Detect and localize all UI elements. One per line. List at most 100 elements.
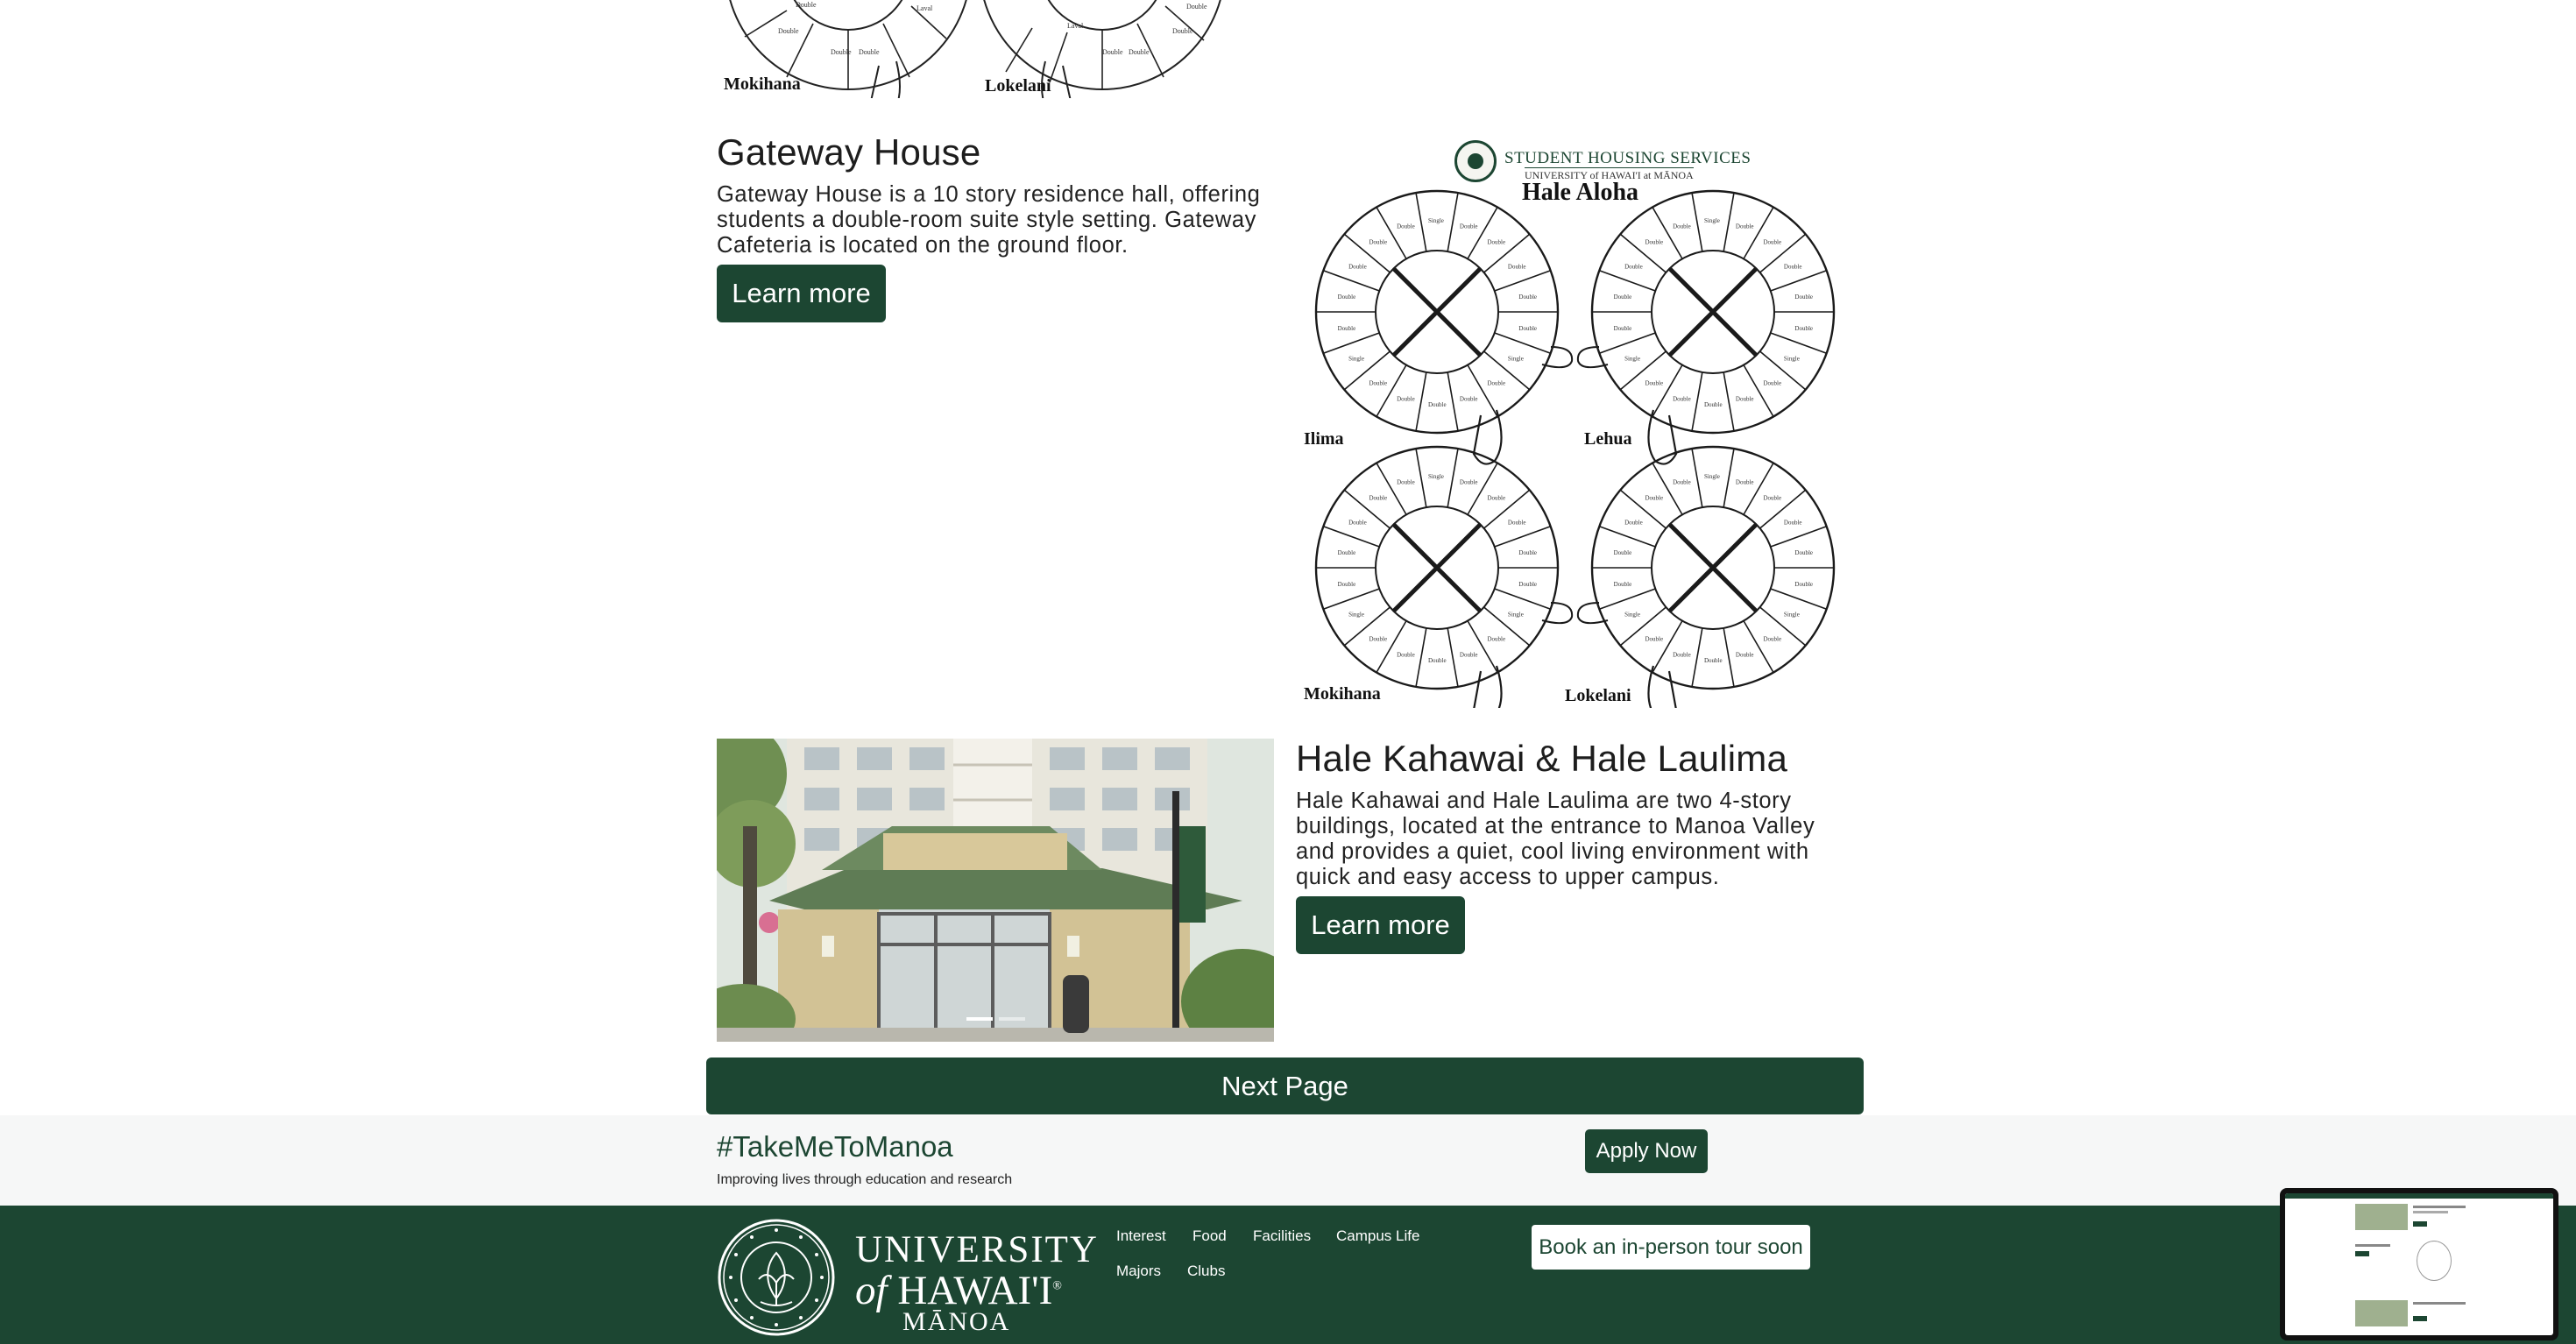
minimap-button [2413, 1316, 2427, 1321]
minimap-viewport [2285, 1193, 2553, 1335]
svg-text:Double: Double [1460, 396, 1478, 403]
gateway-title: Gateway House [717, 131, 981, 173]
svg-text:Double: Double [1518, 581, 1537, 588]
svg-text:Double: Double [859, 48, 880, 56]
svg-text:Double: Double [1338, 294, 1356, 301]
svg-text:Double: Double [1428, 657, 1447, 664]
svg-text:Double: Double [1736, 223, 1754, 230]
footer-link-interest[interactable]: Interest [1116, 1227, 1166, 1245]
svg-text:Single: Single [1348, 612, 1364, 619]
footer-link-food[interactable]: Food [1192, 1227, 1227, 1245]
kahawai-description: Hale Kahawai and Hale Laulima are two 4-… [1296, 789, 1815, 889]
tagline: Improving lives through education and re… [717, 1172, 1013, 1187]
svg-text:Double: Double [1397, 652, 1415, 659]
tower-label-lokelani: Lokelani [1565, 686, 1631, 705]
minimap-button [2355, 1251, 2369, 1256]
svg-text:Single: Single [1624, 356, 1640, 363]
kahawai-title: Hale Kahawai & Hale Laulima [1296, 738, 1788, 779]
svg-text:Double: Double [831, 48, 852, 56]
svg-text:Double: Double [1736, 652, 1754, 659]
svg-text:Double: Double [1645, 635, 1664, 642]
cta-band [0, 1115, 2576, 1206]
tower-plan-lehua: Double Single Double Double Double Double Doub… [1576, 189, 1836, 465]
svg-text:Double: Double [1794, 294, 1813, 301]
svg-text:Single: Single [1624, 612, 1640, 619]
kahawai-learn-more-button[interactable]: Learn more [1296, 896, 1465, 954]
svg-text:Double: Double [796, 1, 817, 9]
minimap-text [2413, 1211, 2448, 1213]
footer-link-facilities[interactable]: Facilities [1253, 1227, 1311, 1245]
svg-text:Double: Double [1369, 239, 1388, 246]
svg-text:Single: Single [1704, 473, 1720, 480]
gateway-learn-more-button[interactable]: Learn more [717, 265, 886, 322]
wordmark-manoa: MĀNOA [902, 1307, 1011, 1336]
svg-text:Double: Double [1673, 223, 1691, 230]
svg-text:Double: Double [1460, 478, 1478, 485]
footer-link-campus-life[interactable]: Campus Life [1336, 1227, 1419, 1245]
svg-text:Double: Double [1614, 581, 1632, 588]
svg-text:Double: Double [1487, 239, 1505, 246]
svg-text:Double: Double [1794, 549, 1813, 556]
svg-text:Double: Double [1338, 581, 1356, 588]
svg-text:Double: Double [1338, 549, 1356, 556]
tower-plan-lokelani: Double Single Double Double Double Double Doub… [1576, 445, 1836, 708]
hashtag-heading: #TakeMeToManoa [717, 1130, 953, 1163]
svg-text:Double: Double [1186, 3, 1207, 11]
svg-text:Double: Double [1460, 652, 1478, 659]
minimap-header-bar [2285, 1193, 2553, 1199]
footer-link-majors[interactable]: Majors [1116, 1263, 1161, 1280]
svg-text:Double: Double [1763, 495, 1781, 502]
svg-text:Double: Double [1784, 264, 1802, 271]
apply-now-button[interactable]: Apply Now [1585, 1129, 1708, 1173]
svg-text:Single: Single [1428, 473, 1444, 480]
svg-text:Single: Single [1428, 217, 1444, 224]
svg-text:Double: Double [778, 27, 799, 35]
svg-text:Laval: Laval [916, 4, 933, 12]
svg-text:Single: Single [1348, 356, 1364, 363]
svg-text:Double: Double [1397, 396, 1415, 403]
svg-text:Double: Double [1704, 657, 1723, 664]
svg-text:Double: Double [1673, 652, 1691, 659]
svg-text:Double: Double [1397, 223, 1415, 230]
svg-text:Double: Double [1487, 495, 1505, 502]
svg-text:Double: Double [1763, 379, 1781, 386]
footer-link-clubs[interactable]: Clubs [1187, 1263, 1225, 1280]
svg-text:Double: Double [1624, 520, 1643, 527]
svg-text:Double: Double [1763, 239, 1781, 246]
svg-text:Double: Double [1645, 495, 1664, 502]
svg-text:Double: Double [1369, 635, 1388, 642]
tower-label-lehua: Lehua [1584, 429, 1632, 449]
page-minimap[interactable] [2280, 1188, 2558, 1340]
minimap-text [2413, 1206, 2466, 1208]
tower-label-mokihana: Mokihana [1304, 684, 1381, 704]
svg-text:Double: Double [1518, 549, 1537, 556]
minimap-button [2413, 1221, 2427, 1227]
next-page-button[interactable]: Next Page [706, 1058, 1864, 1114]
svg-text:Double: Double [1518, 294, 1537, 301]
svg-text:Double: Double [1736, 478, 1754, 485]
minimap-photo-2 [2355, 1300, 2408, 1326]
svg-text:Single: Single [1508, 356, 1524, 363]
wordmark-of: of [855, 1268, 888, 1313]
svg-text:Double: Double [1369, 379, 1388, 386]
svg-text:Double: Double [1338, 325, 1356, 332]
minimap-photo-1 [2355, 1204, 2408, 1230]
svg-text:Double: Double [1348, 264, 1367, 271]
svg-text:Double: Double [1736, 396, 1754, 403]
svg-text:Double: Double [1794, 581, 1813, 588]
svg-text:Double: Double [1487, 635, 1505, 642]
uh-seal-logo-icon[interactable] [717, 1218, 836, 1337]
book-tour-button[interactable]: Book an in-person tour soon [1532, 1225, 1810, 1270]
wordmark-registered: ® [1052, 1279, 1062, 1293]
svg-text:Double: Double [1673, 396, 1691, 403]
svg-text:Single: Single [1704, 217, 1720, 224]
tower-label-mokihana: Mokihana [724, 74, 801, 94]
minimap-plan [2417, 1241, 2452, 1281]
minimap-text [2413, 1302, 2466, 1305]
svg-text:Double: Double [1172, 27, 1193, 35]
svg-text:Double: Double [1614, 294, 1632, 301]
svg-text:Double: Double [1645, 239, 1664, 246]
tower-plan-ilima: Double Single Double Double Double Double Doub… [1314, 189, 1574, 465]
svg-text:Double: Double [1428, 401, 1447, 408]
svg-text:Double: Double [1614, 325, 1632, 332]
